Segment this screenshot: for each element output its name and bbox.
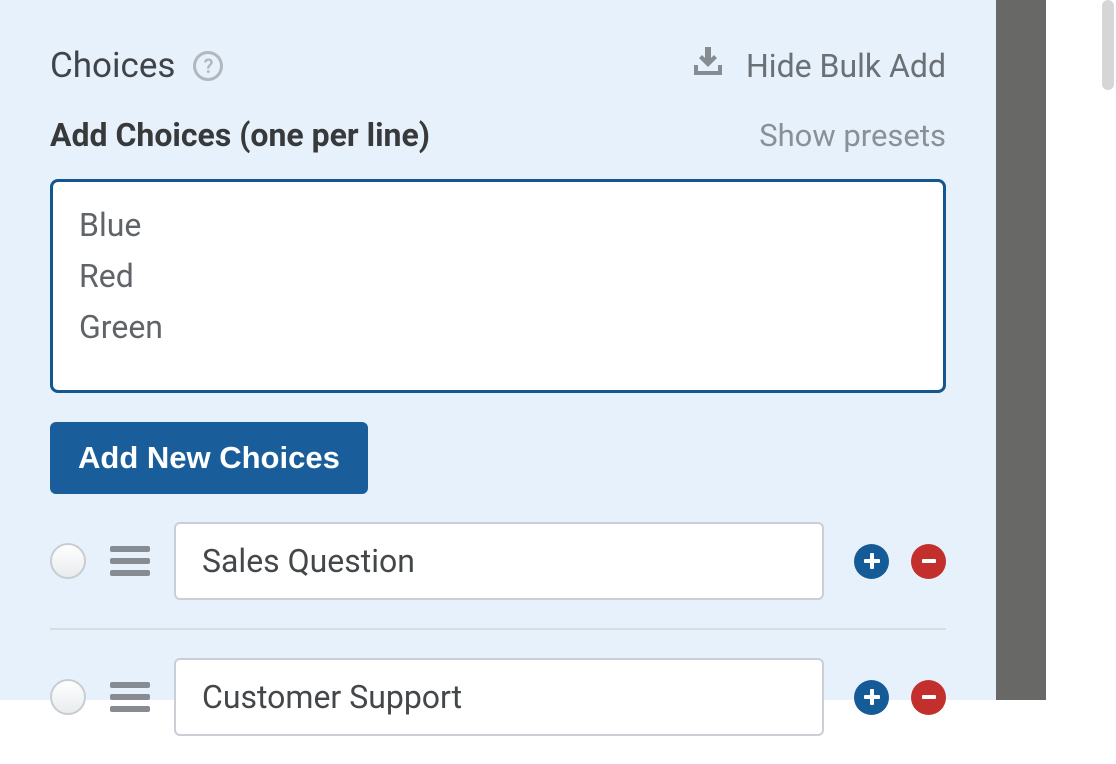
choices-header: Choices ? Hide Bulk Add [50, 45, 946, 86]
remove-choice-button[interactable] [911, 680, 946, 715]
choice-row [50, 494, 946, 630]
choice-row-actions [854, 544, 946, 579]
choice-text-input[interactable] [174, 658, 824, 736]
drag-handle-icon[interactable] [110, 682, 150, 712]
add-choices-label: Add Choices (one per line) [50, 116, 430, 154]
remove-choice-button[interactable] [911, 544, 946, 579]
help-icon[interactable]: ? [193, 51, 223, 81]
download-icon [692, 47, 724, 84]
choice-text-input[interactable] [174, 522, 824, 600]
choice-row-actions [854, 680, 946, 715]
add-new-choices-button[interactable]: Add New Choices [50, 422, 368, 494]
bulk-subheader: Add Choices (one per line) Show presets [50, 116, 946, 154]
hide-bulk-add-label: Hide Bulk Add [746, 47, 946, 85]
choices-title: Choices [50, 45, 175, 86]
choices-panel: Choices ? Hide Bulk Add Add Choices (one… [0, 0, 996, 700]
hide-bulk-add-button[interactable]: Hide Bulk Add [692, 47, 946, 85]
show-presets-link[interactable]: Show presets [759, 117, 946, 154]
panel-divider-white [1046, 0, 1100, 700]
panel-divider-dark [996, 0, 1046, 700]
bulk-choices-textarea[interactable] [50, 179, 946, 393]
choice-row [50, 630, 946, 764]
drag-handle-icon[interactable] [110, 546, 150, 576]
add-choice-button[interactable] [854, 680, 889, 715]
scrollbar-track[interactable] [1100, 0, 1116, 700]
radio-icon[interactable] [50, 679, 86, 715]
radio-icon[interactable] [50, 543, 86, 579]
add-choice-button[interactable] [854, 544, 889, 579]
choices-title-group: Choices ? [50, 45, 223, 86]
scrollbar-thumb[interactable] [1102, 0, 1114, 90]
